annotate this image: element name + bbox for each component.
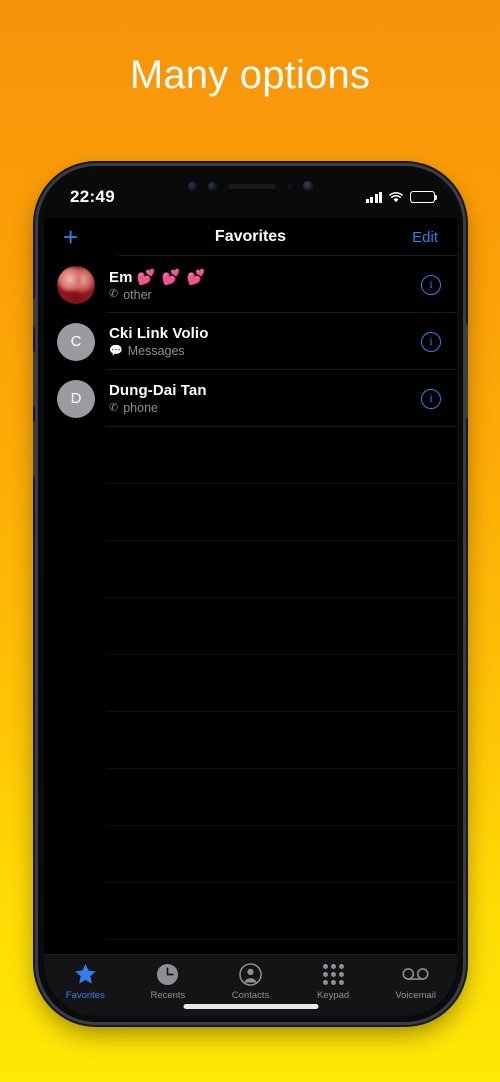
status-bar: 22:49 — [44, 172, 457, 218]
tab-label: Contacts — [231, 990, 270, 1001]
empty-list-row — [44, 598, 457, 655]
volume-up-button[interactable] — [33, 351, 38, 407]
edit-button[interactable]: Edit — [412, 229, 438, 246]
favorites-list[interactable]: Em 💕 💕 💕 ✆ other i C Cki Link Volio 💬 Me… — [44, 256, 457, 954]
volume-down-button[interactable] — [33, 421, 38, 477]
empty-list-row — [44, 883, 457, 940]
empty-list-row — [44, 769, 457, 826]
front-camera-icon — [303, 181, 313, 191]
avatar: D — [57, 379, 95, 418]
mute-switch-button[interactable] — [33, 298, 38, 328]
message-bubble-icon: 💬 — [109, 344, 123, 357]
power-button[interactable] — [463, 324, 468, 419]
voicemail-icon — [402, 962, 429, 986]
person-icon — [239, 962, 262, 986]
caption-title: Many options — [129, 52, 371, 97]
home-indicator[interactable] — [183, 1004, 318, 1009]
avatar — [57, 265, 95, 304]
empty-list-row — [44, 655, 457, 712]
tab-label: Favorites — [65, 990, 105, 1001]
favorite-row-text: Dung-Dai Tan ✆ phone — [109, 382, 421, 415]
info-button[interactable]: i — [421, 388, 441, 409]
contact-name: Em 💕 💕 💕 — [109, 268, 421, 286]
page-title: Favorites — [214, 228, 287, 245]
favorite-row-text: Em 💕 💕 💕 ✆ other — [109, 268, 421, 302]
phone-device-frame: 22:49 + Favorites Edit Em 💕 💕 💕 ✆ other … — [33, 166, 468, 1022]
add-favorite-button[interactable]: + — [63, 224, 93, 250]
contact-subtitle-label: Messages — [127, 344, 185, 358]
empty-list-row — [44, 427, 457, 484]
tab-label: Voicemail — [395, 990, 436, 1001]
empty-list-row — [44, 484, 457, 541]
empty-list-rows — [44, 427, 457, 940]
keypad-icon — [322, 962, 344, 986]
contact-subtitle: ✆ phone — [109, 401, 421, 415]
wifi-icon — [389, 191, 403, 203]
status-bar-time: 22:49 — [70, 187, 115, 206]
favorite-row[interactable]: Em 💕 💕 💕 ✆ other i — [44, 256, 457, 313]
device-notch — [152, 172, 349, 201]
tab-contacts[interactable]: Contacts — [214, 962, 286, 1001]
contact-name: Cki Link Volio — [109, 325, 421, 342]
battery-icon — [410, 191, 438, 203]
contact-name-text: Cki Link Volio — [109, 325, 209, 342]
favorite-row[interactable]: D Dung-Dai Tan ✆ phone i — [44, 370, 457, 427]
navigation-bar: + Favorites Edit — [44, 218, 457, 256]
tab-voicemail[interactable]: Voicemail — [380, 962, 452, 1001]
caption-banner: Many options — [0, 0, 500, 150]
phone-handset-icon: ✆ — [109, 288, 119, 300]
empty-list-row — [44, 826, 457, 883]
phone-handset-icon: ✆ — [109, 401, 119, 414]
proximity-sensor-icon — [287, 183, 292, 189]
contact-name: Dung-Dai Tan — [109, 382, 421, 399]
contact-subtitle: ✆ other — [109, 288, 421, 302]
empty-list-row — [44, 541, 457, 598]
ir-camera-icon — [188, 181, 197, 191]
favorite-row-text: Cki Link Volio 💬 Messages — [109, 325, 421, 358]
contact-subtitle-label: other — [123, 287, 152, 302]
phone-inner-bezel: 22:49 + Favorites Edit Em 💕 💕 💕 ✆ other … — [44, 172, 457, 1016]
tab-recents[interactable]: Recents — [132, 962, 204, 1001]
tab-favorites[interactable]: Favorites — [49, 962, 121, 1001]
contact-name-text: Em — [109, 268, 133, 286]
tab-label: Keypad — [316, 990, 350, 1001]
favorite-row[interactable]: C Cki Link Volio 💬 Messages i — [44, 313, 457, 370]
hearts-emoji: 💕 💕 💕 — [136, 268, 207, 286]
earpiece-speaker-icon — [228, 183, 276, 189]
flood-illuminator-icon — [208, 181, 217, 191]
contact-subtitle: 💬 Messages — [109, 344, 421, 358]
tab-keypad[interactable]: Keypad — [297, 962, 369, 1001]
status-bar-indicators — [365, 187, 438, 203]
star-icon — [74, 962, 97, 986]
contact-name-text: Dung-Dai Tan — [109, 382, 207, 399]
cellular-signal-icon — [365, 191, 382, 203]
avatar: C — [57, 322, 95, 361]
tab-label: Recents — [150, 990, 186, 1001]
contact-subtitle-label: phone — [123, 401, 158, 415]
info-button[interactable]: i — [421, 331, 441, 352]
clock-icon — [156, 962, 179, 986]
phone-screen: 22:49 + Favorites Edit Em 💕 💕 💕 ✆ other … — [44, 172, 457, 1016]
empty-list-row — [44, 712, 457, 769]
info-button[interactable]: i — [421, 274, 441, 295]
